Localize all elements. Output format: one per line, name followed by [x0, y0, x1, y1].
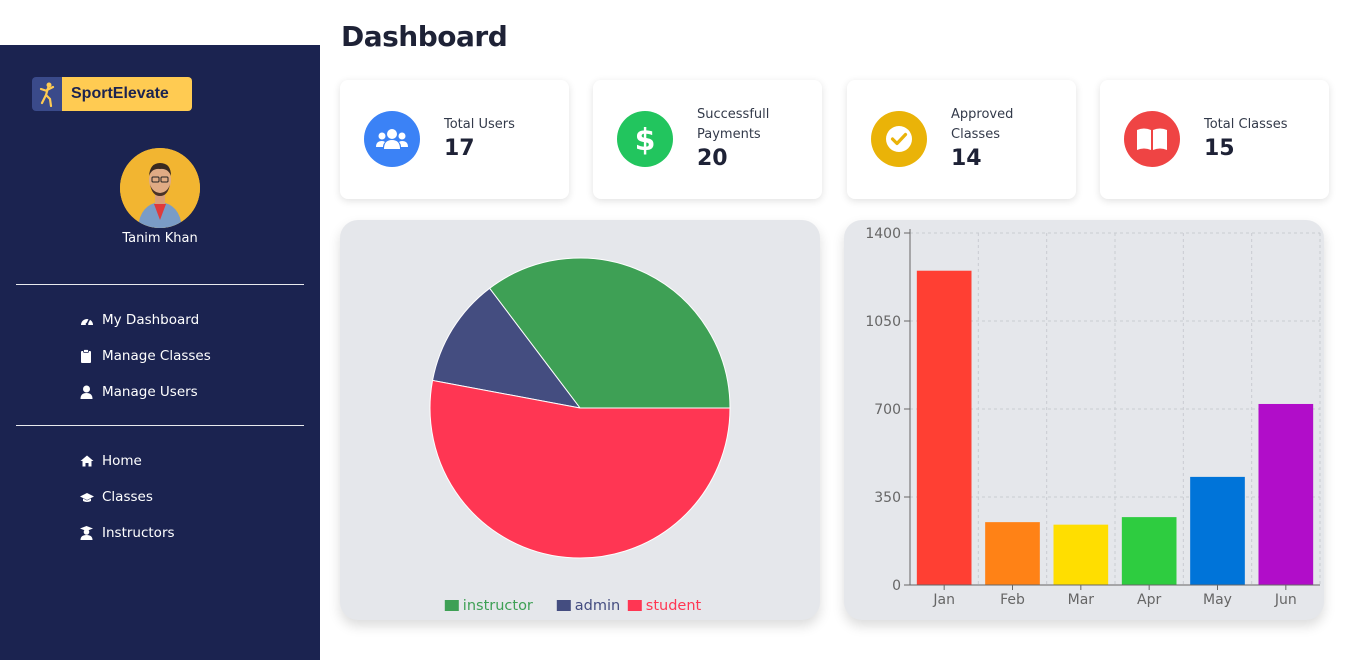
stat-label: Total Classes — [1204, 117, 1288, 132]
dollar-icon: $ — [617, 111, 673, 167]
graduation-cap-icon — [80, 492, 102, 503]
teacher-icon — [80, 526, 102, 540]
y-tick-label: 1050 — [865, 314, 901, 330]
x-tick-label: Jan — [932, 592, 955, 608]
users-icon — [364, 111, 420, 167]
stat-value: 15 — [1204, 136, 1235, 161]
athlete-logo-icon — [32, 77, 62, 111]
stat-label: Approved Classes — [951, 107, 1014, 142]
svg-text:$: $ — [635, 123, 656, 155]
avatar[interactable] — [120, 148, 200, 228]
bar-feb[interactable] — [985, 522, 1040, 585]
brand-name: SportElevate — [62, 77, 192, 111]
legend-label-admin[interactable]: admin — [575, 598, 620, 614]
legend-swatch-instructor — [444, 600, 459, 611]
stat-value: 14 — [951, 146, 982, 171]
stat-value: 20 — [697, 146, 728, 171]
home-icon — [80, 455, 102, 467]
sidebar-item-label: Home — [102, 453, 142, 469]
x-tick-label: Jun — [1274, 592, 1297, 608]
stat-value: 17 — [444, 136, 475, 161]
legend-label-instructor[interactable]: instructor — [463, 598, 533, 614]
sidebar-divider — [16, 425, 304, 426]
x-tick-label: Feb — [1000, 592, 1025, 608]
y-tick-label: 700 — [874, 402, 901, 418]
brand-logo[interactable]: SportElevate — [32, 77, 192, 111]
sidebar-item-manage-users[interactable]: Manage Users — [80, 374, 211, 410]
stat-card-total-users: Total Users 17 — [340, 80, 569, 199]
legend-label-student[interactable]: student — [646, 598, 702, 614]
user-name: Tanim Khan — [122, 231, 198, 246]
sidebar: SportElevate Tanim Khan My Dashboard Man… — [0, 45, 320, 660]
x-tick-label: May — [1203, 592, 1232, 608]
sidebar-item-my-dashboard[interactable]: My Dashboard — [80, 302, 211, 338]
role-pie-chart: instructor admin student — [429, 257, 731, 614]
stat-card-total-classes: Total Classes 15 — [1100, 80, 1329, 199]
x-tick-label: Mar — [1068, 592, 1095, 608]
bar-mar[interactable] — [1053, 524, 1109, 585]
sidebar-divider — [16, 284, 304, 285]
pie-chart-panel: instructor admin student — [340, 220, 820, 620]
site-nav: Home Classes Instructors — [80, 443, 175, 551]
bar-apr[interactable] — [1121, 517, 1177, 585]
y-tick-label: 350 — [874, 490, 901, 506]
clipboard-icon — [80, 349, 102, 363]
monthly-bar-chart: Jan Feb Mar Apr May Jun 0 350 700 1050 1400 — [865, 226, 1321, 608]
stat-card-approved-classes: Approved Classes 14 — [847, 80, 1076, 199]
admin-nav: My Dashboard Manage Classes Manage Users — [80, 302, 211, 410]
stat-card-payments: $ Successfull Payments 20 — [593, 80, 822, 199]
stat-label: Total Users — [444, 117, 515, 132]
book-icon — [1124, 111, 1180, 167]
sidebar-item-label: My Dashboard — [102, 312, 200, 328]
sidebar-item-label: Manage Classes — [102, 348, 211, 364]
sidebar-item-manage-classes[interactable]: Manage Classes — [80, 338, 211, 374]
legend-swatch-student — [627, 600, 642, 611]
sidebar-item-label: Manage Users — [102, 384, 198, 400]
gauge-icon — [80, 314, 102, 327]
check-circle-icon — [871, 111, 927, 167]
bar-jan[interactable] — [916, 270, 972, 585]
page-title: Dashboard — [341, 20, 508, 53]
sidebar-item-label: Classes — [102, 489, 153, 505]
bar-jun[interactable] — [1258, 403, 1314, 585]
legend-swatch-admin — [556, 600, 571, 611]
user-icon — [80, 385, 102, 399]
x-tick-label: Apr — [1137, 592, 1161, 608]
y-tick-label: 1400 — [865, 226, 901, 242]
bar-chart-panel: Jan Feb Mar Apr May Jun 0 350 700 1050 1400 — [844, 220, 1324, 620]
sidebar-item-label: Instructors — [102, 525, 175, 541]
sidebar-item-home[interactable]: Home — [80, 443, 175, 479]
y-tick-label: 0 — [892, 578, 901, 594]
sidebar-item-instructors[interactable]: Instructors — [80, 515, 175, 551]
sidebar-item-classes[interactable]: Classes — [80, 479, 175, 515]
stat-label: Successfull Payments — [697, 107, 770, 142]
bar-may[interactable] — [1190, 476, 1245, 585]
